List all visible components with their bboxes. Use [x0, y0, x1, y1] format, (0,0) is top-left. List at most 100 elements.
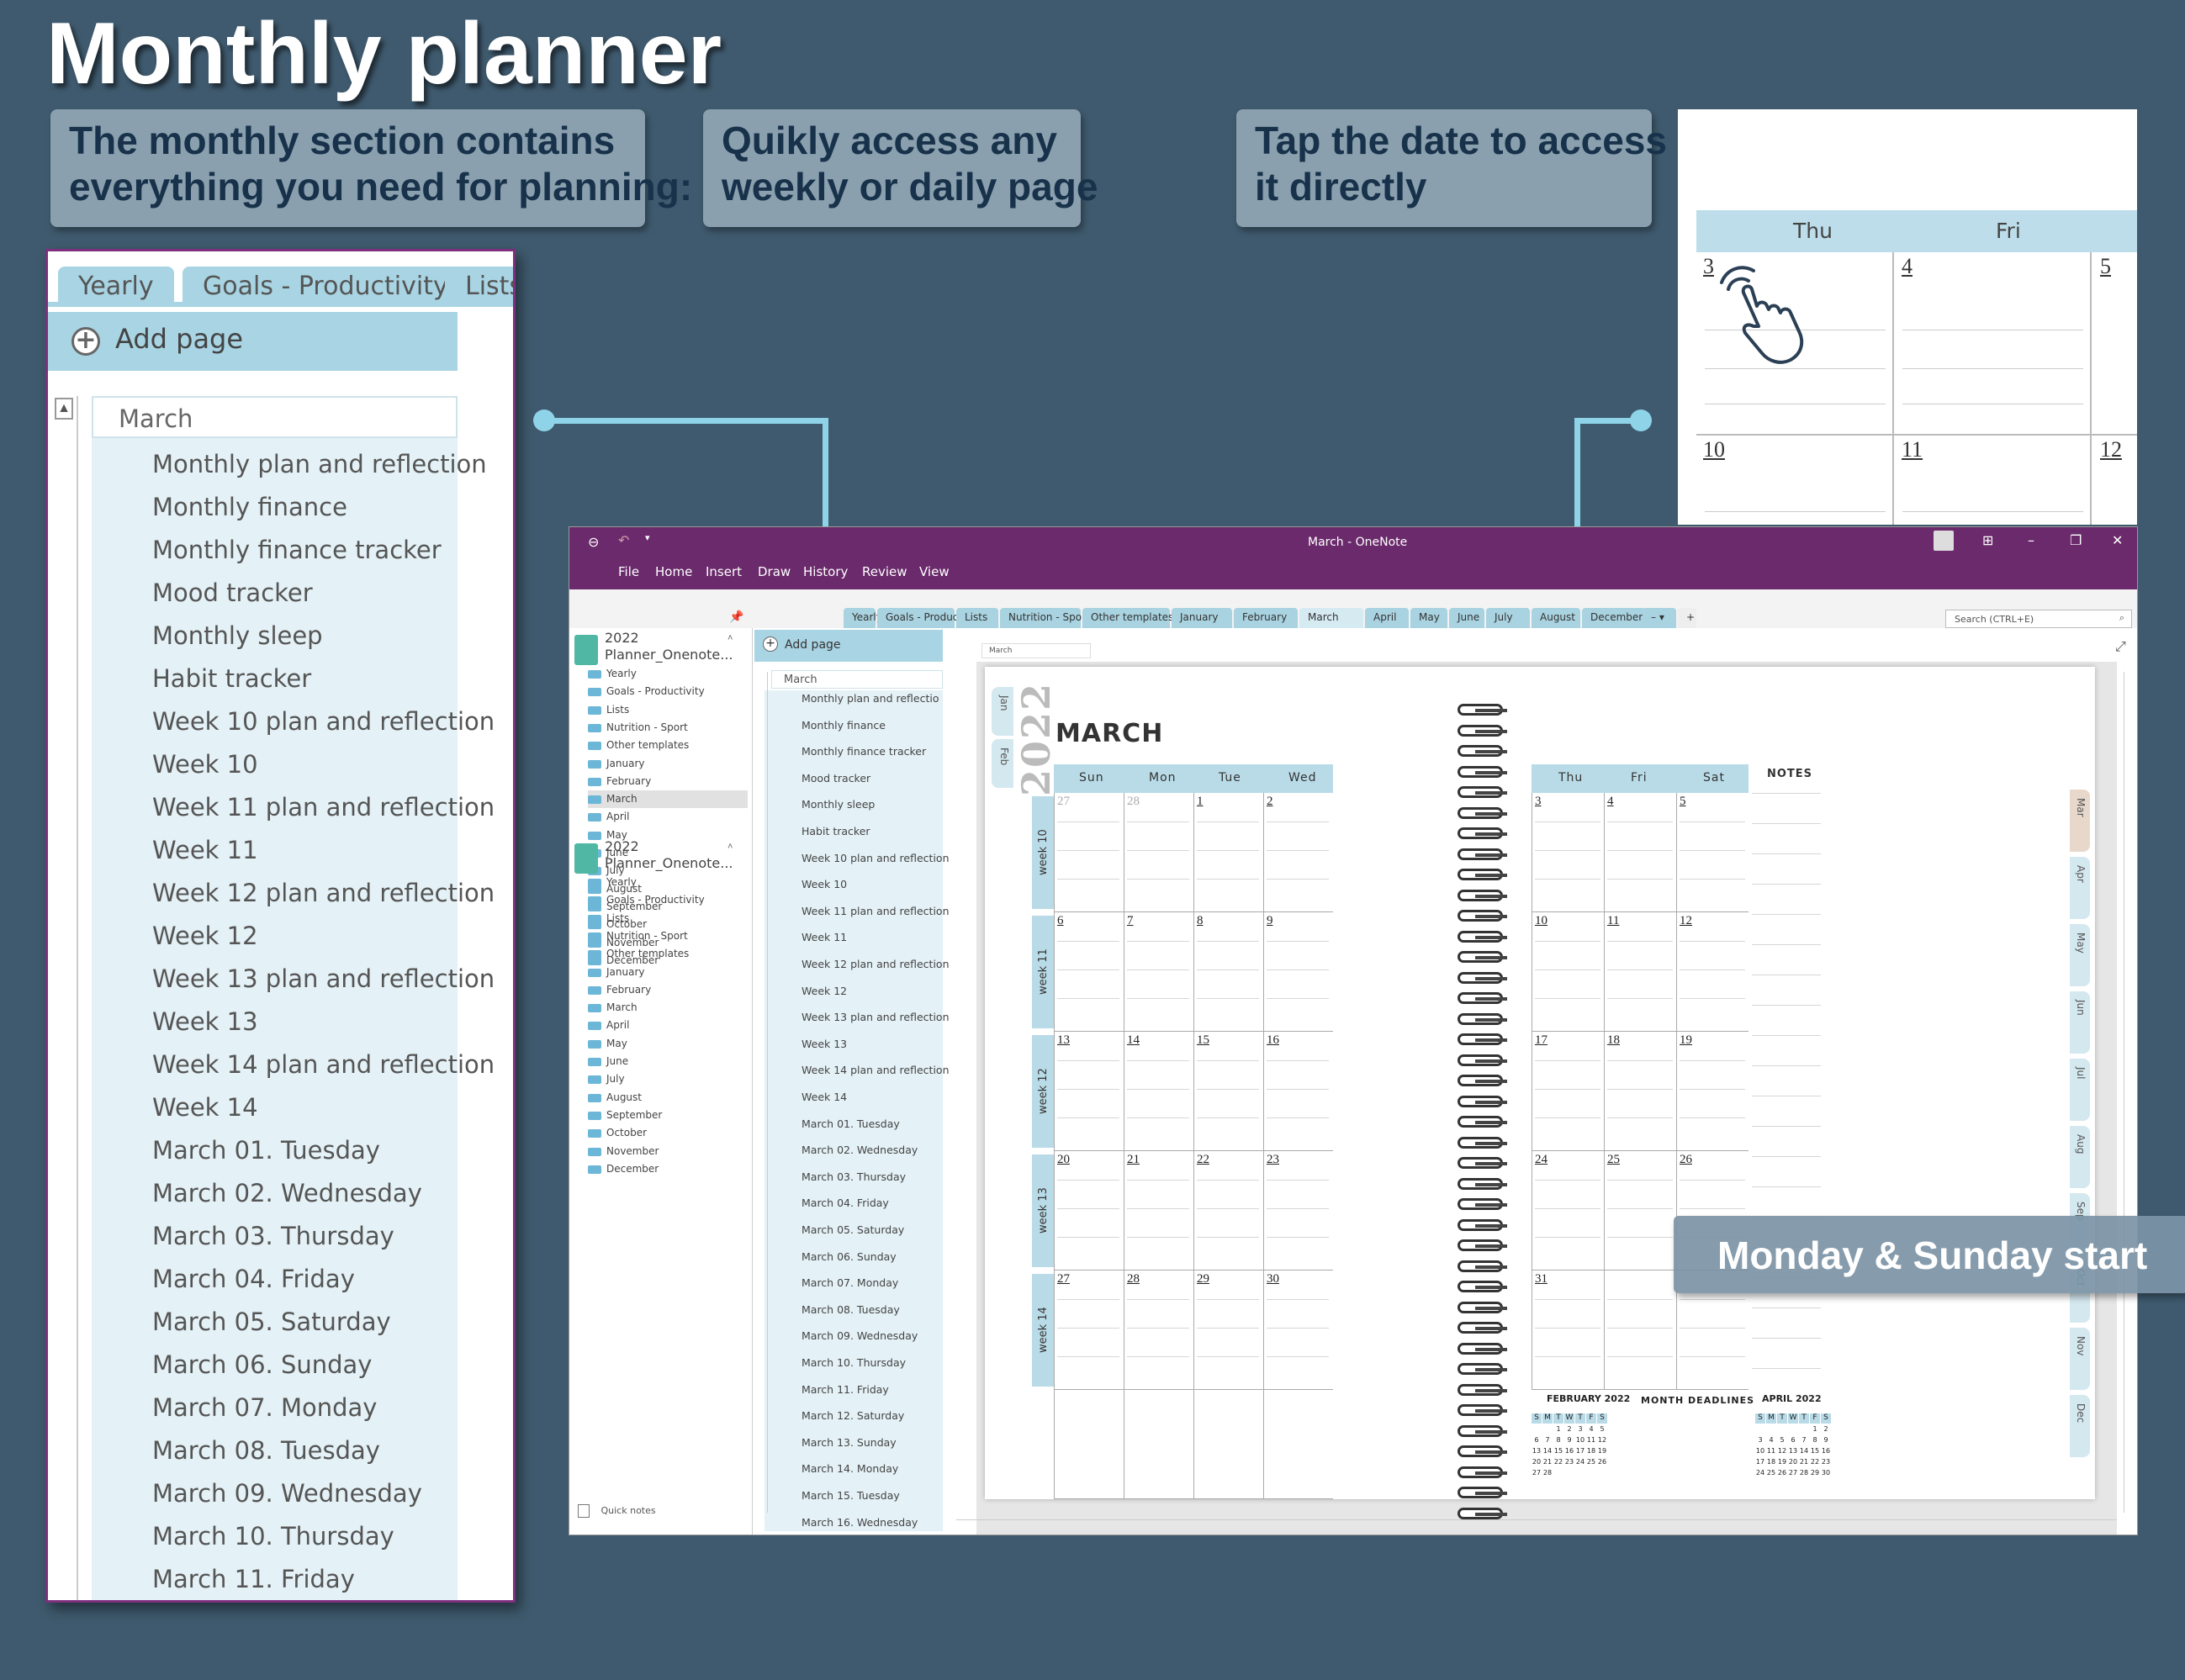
page-item[interactable]: Week 10 plan and reflection [152, 700, 495, 742]
page-item[interactable]: Week 14 [802, 1091, 847, 1103]
mini-date[interactable]: 23 [1564, 1458, 1574, 1466]
pin-icon[interactable]: 📌 [729, 610, 743, 624]
page-item[interactable]: March 05. Saturday [152, 1301, 391, 1343]
mini-date[interactable]: 9 [1564, 1436, 1574, 1444]
date-link[interactable]: 27 [1057, 1272, 1070, 1286]
page-item[interactable]: March 13. Sunday [802, 1436, 897, 1449]
week-link[interactable]: week 13 [1032, 1154, 1054, 1267]
mini-date[interactable]: 27 [1788, 1469, 1798, 1477]
page-item[interactable]: Week 10 [152, 743, 258, 785]
date-cell[interactable] [1263, 1151, 1333, 1271]
mini-date[interactable]: 30 [1821, 1469, 1831, 1477]
mini-date[interactable]: 12 [1777, 1447, 1787, 1455]
page-item[interactable]: March 08. Tuesday [802, 1303, 900, 1316]
page-item[interactable]: Week 13 [802, 1038, 847, 1050]
date-cell[interactable] [1604, 1032, 1676, 1151]
mini-date[interactable]: 7 [1799, 1436, 1809, 1444]
mini-date[interactable]: 20 [1788, 1458, 1798, 1466]
mini-date[interactable]: 21 [1542, 1458, 1553, 1466]
section-tab[interactable]: January [1172, 608, 1232, 628]
date-link[interactable]: 3 [1535, 795, 1542, 809]
notebook-year[interactable]: 2022 [605, 838, 639, 854]
mini-date[interactable]: 19 [1597, 1447, 1607, 1455]
date-link[interactable]: 20 [1057, 1153, 1070, 1167]
mini-date[interactable]: 29 [1810, 1469, 1820, 1477]
page-title-field[interactable]: March [981, 643, 1091, 658]
page-item[interactable]: March 04. Friday [802, 1197, 889, 1209]
page-item[interactable]: Week 13 [152, 1001, 258, 1043]
date-cell[interactable] [1124, 1271, 1193, 1390]
notebook-section[interactable]: March [588, 999, 748, 1017]
notebook-section[interactable]: April [588, 808, 748, 826]
month-tab[interactable]: May [2070, 924, 2090, 986]
mini-date[interactable]: 2 [1564, 1425, 1574, 1433]
mini-date[interactable]: 17 [1755, 1458, 1765, 1466]
month-tab[interactable]: Aug [2070, 1126, 2090, 1188]
date-link[interactable]: 10 [1535, 914, 1547, 928]
page-item[interactable]: March 14. Monday [802, 1462, 898, 1475]
page-item[interactable]: Mood tracker [152, 572, 313, 614]
page-item[interactable]: Week 12 plan and reflection [802, 958, 950, 970]
date-link[interactable]: 9 [1267, 914, 1273, 928]
page-item[interactable]: Week 11 [152, 829, 258, 871]
mini-date[interactable]: 13 [1788, 1447, 1798, 1455]
mini-date[interactable]: 6 [1788, 1436, 1798, 1444]
page-item[interactable]: Week 12 [802, 985, 847, 997]
back-icon[interactable]: ⊖ [588, 534, 599, 550]
date-cell[interactable] [2092, 252, 2137, 436]
page-item[interactable]: March 07. Monday [802, 1276, 898, 1289]
date-cell[interactable] [1532, 912, 1604, 1032]
section-tab[interactable]: March [1299, 608, 1363, 628]
page-item[interactable]: Week 12 plan and reflection [152, 872, 495, 914]
section-tab[interactable]: April [1365, 608, 1409, 628]
page-item[interactable]: Week 11 plan and reflection [152, 786, 495, 828]
mini-date[interactable]: 7 [1542, 1436, 1553, 1444]
page-item[interactable]: March 08. Tuesday [152, 1429, 380, 1471]
date-link[interactable]: 6 [1057, 914, 1064, 928]
page-item[interactable]: March 06. Sunday [152, 1344, 372, 1386]
notebook-section[interactable]: February [588, 773, 748, 790]
canvas-scrollbar[interactable] [2124, 672, 2135, 1513]
notebook-section[interactable]: Lists [588, 701, 748, 719]
mini-date[interactable]: 4 [1766, 1436, 1776, 1444]
page-item[interactable]: Monthly finance tracker [152, 529, 442, 571]
date-cell[interactable] [1054, 1151, 1124, 1271]
date-cell[interactable] [1054, 912, 1124, 1032]
mini-date[interactable]: 27 [1532, 1469, 1542, 1477]
date-link[interactable]: 12 [2100, 437, 2122, 462]
notebook-section[interactable]: April [588, 1017, 748, 1034]
date-link[interactable]: 5 [1680, 795, 1686, 809]
mini-date[interactable]: 10 [1755, 1447, 1765, 1455]
page-list-scrollbar[interactable] [756, 672, 768, 1513]
section-tab[interactable]: Lists [956, 608, 998, 628]
notebook-section[interactable]: October [588, 1124, 748, 1142]
page-march[interactable]: March [92, 396, 458, 438]
undo-icon[interactable]: ↶ [618, 532, 629, 548]
notebook-section[interactable]: Goals - Productivity [588, 683, 748, 700]
page-item[interactable]: Week 14 [152, 1086, 258, 1128]
date-link[interactable]: 27 [1057, 795, 1070, 809]
avatar[interactable] [1934, 531, 1954, 551]
month-tab[interactable]: Jul [2070, 1059, 2090, 1121]
date-cell[interactable] [1532, 1032, 1604, 1151]
mini-date[interactable]: 8 [1810, 1436, 1820, 1444]
date-link[interactable]: 18 [1607, 1033, 1620, 1048]
mini-date[interactable]: 1 [1810, 1425, 1820, 1433]
add-page-button[interactable]: + Add page [48, 312, 458, 371]
notebook-section[interactable]: Yearly [588, 665, 748, 683]
date-link[interactable]: 22 [1197, 1153, 1209, 1167]
notebook-section[interactable]: Lists [588, 910, 748, 927]
date-link[interactable]: 4 [1607, 795, 1614, 809]
mini-date[interactable]: 14 [1799, 1447, 1809, 1455]
date-link[interactable]: 28 [1127, 795, 1140, 809]
page-item[interactable]: March 04. Friday [152, 1258, 355, 1300]
page-item[interactable]: Week 14 plan and reflection [152, 1043, 495, 1086]
notebook-section[interactable]: November [588, 1143, 748, 1160]
notebook-section[interactable]: August [588, 1089, 748, 1107]
add-section-icon[interactable]: + [1678, 608, 1696, 628]
date-cell[interactable] [1193, 793, 1263, 912]
date-cell[interactable] [1054, 1271, 1124, 1390]
notebook-section[interactable]: Yearly [588, 874, 748, 891]
collapse-icon[interactable]: ˄ [727, 633, 733, 643]
notebook-section[interactable]: January [588, 755, 748, 773]
